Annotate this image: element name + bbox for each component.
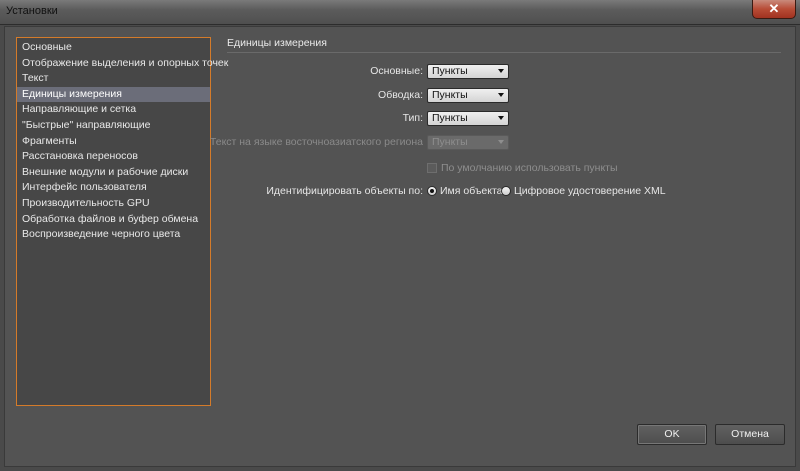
category-item-plugins-scratch[interactable]: Внешние модули и рабочие диски (17, 165, 210, 181)
category-item-black-appearance[interactable]: Воспроизведение черного цвета (17, 227, 210, 243)
general-units-value: Пункты (432, 65, 468, 77)
category-item-slices[interactable]: Фрагменты (17, 134, 210, 150)
type-units-row: Тип: Пункты (227, 111, 787, 127)
ok-button[interactable]: OK (637, 424, 707, 445)
category-item-general[interactable]: Основные (17, 40, 210, 56)
section-title: Единицы измерения (227, 37, 327, 49)
dropdown-arrow-icon (498, 140, 504, 144)
dropdown-arrow-icon (498, 69, 504, 73)
category-item-type[interactable]: Текст (17, 71, 210, 87)
xml-id-radio[interactable] (501, 186, 511, 196)
asian-type-units-value: Пункты (432, 136, 468, 148)
object-name-label[interactable]: Имя объекта (440, 185, 503, 197)
object-name-radio[interactable] (427, 186, 437, 196)
close-button[interactable]: ✕ (752, 0, 796, 19)
units-panel: Единицы измерения Основные: Пункты Обвод… (210, 37, 787, 197)
use-points-default-checkbox (427, 163, 437, 173)
category-item-file-clipboard[interactable]: Обработка файлов и буфер обмена (17, 212, 210, 228)
use-points-default-label: По умолчанию использовать пункты (441, 162, 618, 174)
stroke-units-row: Обводка: Пункты (227, 88, 787, 104)
general-units-row: Основные: Пункты (227, 64, 787, 80)
category-item-smart-guides[interactable]: "Быстрые" направляющие (17, 118, 210, 134)
category-item-gpu-performance[interactable]: Производительность GPU (17, 196, 210, 212)
general-units-label: Основные: (370, 65, 423, 77)
preferences-dialog: Основные Отображение выделения и опорных… (4, 26, 796, 467)
stroke-units-label: Обводка: (378, 89, 423, 101)
window-title: Установки (6, 5, 58, 17)
general-units-select[interactable]: Пункты (427, 64, 509, 79)
section-divider (227, 52, 781, 53)
identify-objects-row: Идентифицировать объекты по: Имя объекта… (227, 184, 787, 200)
category-item-guides-grid[interactable]: Направляющие и сетка (17, 102, 210, 118)
category-item-user-interface[interactable]: Интерфейс пользователя (17, 180, 210, 196)
dropdown-arrow-icon (498, 93, 504, 97)
use-points-default-row: По умолчанию использовать пункты (427, 161, 727, 175)
xml-id-label[interactable]: Цифровое удостоверение XML (514, 185, 666, 197)
asian-type-units-label: Текст на языке восточноазиатского регион… (209, 136, 423, 148)
asian-type-units-select: Пункты (427, 135, 509, 150)
cancel-button[interactable]: Отмена (715, 424, 785, 445)
category-list[interactable]: Основные Отображение выделения и опорных… (16, 37, 228, 406)
category-item-units[interactable]: Единицы измерения (17, 86, 210, 103)
stroke-units-select[interactable]: Пункты (427, 88, 509, 103)
category-item-hyphenation[interactable]: Расстановка переносов (17, 149, 210, 165)
identify-objects-label: Идентифицировать объекты по: (266, 185, 423, 197)
asian-type-units-row: Текст на языке восточноазиатского регион… (210, 135, 787, 151)
type-units-label: Тип: (402, 112, 423, 124)
category-item-selection-display[interactable]: Отображение выделения и опорных точек (17, 56, 228, 72)
type-units-select[interactable]: Пункты (427, 111, 509, 126)
close-icon: ✕ (768, 1, 780, 16)
title-bar: Установки ✕ (0, 0, 800, 25)
stroke-units-value: Пункты (432, 89, 468, 101)
type-units-value: Пункты (432, 112, 468, 124)
dropdown-arrow-icon (498, 116, 504, 120)
